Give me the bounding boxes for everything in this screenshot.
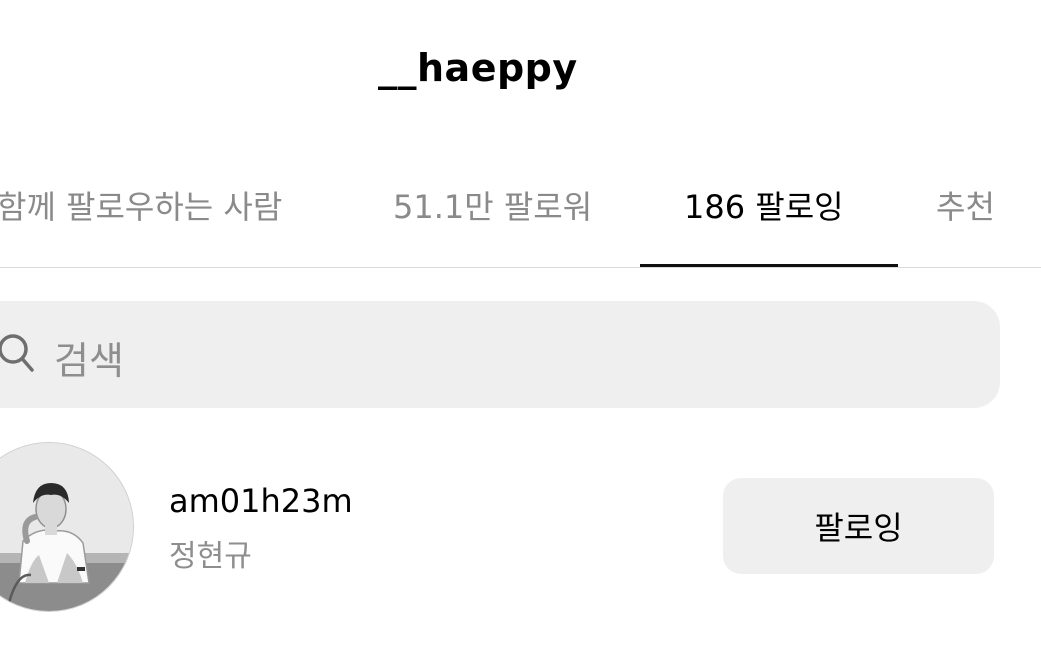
tab-mutual-followers[interactable]: 함께 팔로우하는 사람 [0, 182, 282, 228]
tab-followers[interactable]: 51.1만 팔로워 [393, 182, 592, 228]
search-input[interactable]: 검색 [0, 301, 1000, 408]
tab-suggested[interactable]: 추천 [936, 182, 995, 228]
search-icon [0, 331, 36, 375]
profile-username-title: __haeppy [378, 46, 578, 90]
tabs-divider [0, 267, 1041, 268]
following-button[interactable]: 팔로잉 [723, 478, 994, 574]
tab-following[interactable]: 186 팔로잉 [684, 182, 844, 228]
username[interactable]: am01h23m [169, 482, 353, 520]
full-name: 정현규 [169, 539, 252, 574]
avatar[interactable] [0, 442, 134, 612]
list-item[interactable]: am01h23m 정현규 팔로잉 [0, 440, 1041, 612]
search-placeholder: 검색 [54, 339, 124, 383]
follow-tabs: 함께 팔로우하는 사람 51.1만 팔로워 186 팔로잉 추천 [0, 160, 1041, 268]
